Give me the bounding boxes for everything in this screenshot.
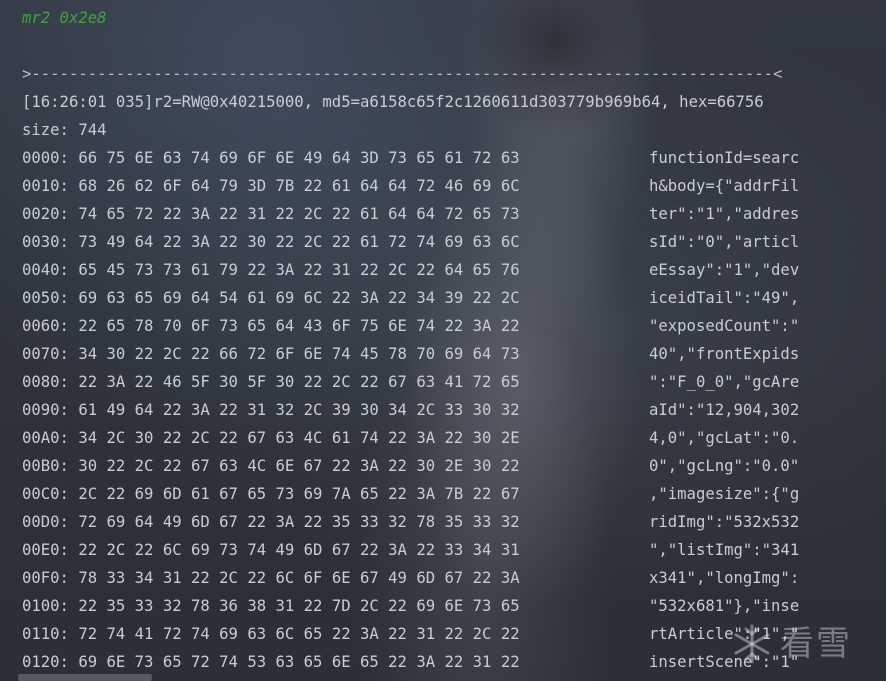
hex-row: 0090: 61 49 64 22 3A 22 31 32 2C 39 30 3… — [22, 400, 520, 420]
snowflake-icon — [734, 624, 770, 664]
hex-row-offset: 0060: — [22, 317, 69, 335]
hex-row-offset: 00A0: — [22, 429, 69, 447]
hex-row-offset: 00F0: — [22, 569, 69, 587]
hex-row-ascii: ridImg":"532x532 — [649, 513, 800, 531]
hex-row-ascii: 40","frontExpids — [649, 345, 800, 363]
hex-row-bytes: 2C 22 69 6D 61 67 65 73 69 7A 65 22 3A 7… — [78, 485, 520, 503]
hex-row-bytes: 61 49 64 22 3A 22 31 32 2C 39 30 34 2C 3… — [78, 401, 520, 419]
hex-row-bytes: 66 75 6E 63 74 69 6F 6E 49 64 3D 73 65 6… — [78, 149, 520, 167]
hex-row-ascii: 0","gcLng":"0.0" — [649, 457, 800, 475]
hex-row-bytes: 22 2C 22 6C 69 73 74 49 6D 67 22 3A 22 3… — [78, 541, 520, 559]
hex-row-offset: 0040: — [22, 261, 69, 279]
hex-row-ascii: ","listImg":"341 — [649, 541, 800, 559]
hex-row-ascii: ":"F_0_0","gcAre — [649, 373, 800, 391]
hex-row: 0080: 22 3A 22 46 5F 30 5F 30 22 2C 22 6… — [22, 372, 520, 392]
hex-row: 00E0: 22 2C 22 6C 69 73 74 49 6D 67 22 3… — [22, 540, 520, 560]
hex-row-ascii: h&body={"addrFil — [649, 177, 800, 195]
hex-row-ascii: "532x681"},"inse — [649, 597, 800, 615]
hex-row-ascii: eEssay":"1","dev — [649, 261, 800, 279]
hex-row-offset: 0020: — [22, 205, 69, 223]
hex-row-offset: 0100: — [22, 597, 69, 615]
hex-row: 00F0: 78 33 34 31 22 2C 22 6C 6F 6E 67 4… — [22, 568, 520, 588]
hex-row: 0050: 69 63 65 69 64 54 61 69 6C 22 3A 2… — [22, 288, 520, 308]
hex-row-offset: 0000: — [22, 149, 69, 167]
hex-row-ascii: functionId=searc — [649, 149, 800, 167]
hex-row-bytes: 69 6E 73 65 72 74 53 63 65 6E 65 22 3A 2… — [78, 653, 520, 671]
hex-row: 0030: 73 49 64 22 3A 22 30 22 2C 22 61 7… — [22, 232, 520, 252]
hex-row-ascii: x341","longImg": — [649, 569, 800, 587]
hex-row-bytes: 22 35 33 32 78 36 38 31 22 7D 2C 22 69 6… — [78, 597, 520, 615]
hex-row-ascii: ter":"1","addres — [649, 205, 800, 223]
hex-row-ascii: sId":"0","articl — [649, 233, 800, 251]
hex-row-bytes: 72 69 64 49 6D 67 22 3A 22 35 33 32 78 3… — [78, 513, 520, 531]
hex-row-bytes: 34 30 22 2C 22 66 72 6F 6E 74 45 78 70 6… — [78, 345, 520, 363]
hex-row-ascii: ,"imagesize":{"g — [649, 485, 800, 503]
terminal-window: mr2 0x2e8 >-----------------------------… — [0, 0, 886, 681]
hex-row-bytes: 22 65 78 70 6F 73 65 64 43 6F 75 6E 74 2… — [78, 317, 520, 335]
hex-row-offset: 00E0: — [22, 541, 69, 559]
hex-row-offset: 0030: — [22, 233, 69, 251]
hex-row-ascii: 4,0","gcLat":"0. — [649, 429, 800, 447]
separator-line: >---------------------------------------… — [22, 65, 783, 83]
hex-row-bytes: 30 22 2C 22 67 63 4C 6E 67 22 3A 22 30 2… — [78, 457, 520, 475]
hex-row: 0040: 65 45 73 73 61 79 22 3A 22 31 22 2… — [22, 260, 520, 280]
hex-row: 0070: 34 30 22 2C 22 66 72 6F 6E 74 45 7… — [22, 344, 520, 364]
hex-row-offset: 0070: — [22, 345, 69, 363]
hex-row-offset: 00D0: — [22, 513, 69, 531]
hex-row: 00B0: 30 22 2C 22 67 63 4C 6E 67 22 3A 2… — [22, 456, 520, 476]
hex-row-bytes: 69 63 65 69 64 54 61 69 6C 22 3A 22 34 3… — [78, 289, 520, 307]
hex-row: 0010: 68 26 62 6F 64 79 3D 7B 22 61 64 6… — [22, 176, 520, 196]
hex-row-bytes: 73 49 64 22 3A 22 30 22 2C 22 61 72 74 6… — [78, 233, 520, 251]
hex-row-bytes: 65 45 73 73 61 79 22 3A 22 31 22 2C 22 6… — [78, 261, 520, 279]
hex-row-bytes: 72 74 41 72 74 69 63 6C 65 22 3A 22 31 2… — [78, 625, 520, 643]
hex-row: 0120: 69 6E 73 65 72 74 53 63 65 6E 65 2… — [22, 652, 520, 672]
hex-row-offset: 0090: — [22, 401, 69, 419]
hex-row-offset: 0080: — [22, 373, 69, 391]
hex-row-bytes: 78 33 34 31 22 2C 22 6C 6F 6E 67 49 6D 6… — [78, 569, 520, 587]
hex-row: 00A0: 34 2C 30 22 2C 22 67 63 4C 61 74 2… — [22, 428, 520, 448]
size-line: size: 744 — [22, 121, 107, 139]
hex-row-offset: 0010: — [22, 177, 69, 195]
hex-row: 00D0: 72 69 64 49 6D 67 22 3A 22 35 33 3… — [22, 512, 520, 532]
hex-row-ascii: "exposedCount":" — [649, 317, 800, 335]
hex-row-offset: 0120: — [22, 653, 69, 671]
hex-row-bytes: 22 3A 22 46 5F 30 5F 30 22 2C 22 67 63 4… — [78, 373, 520, 391]
watermark-text: 看雪 — [780, 624, 852, 664]
hex-row-offset: 00B0: — [22, 457, 69, 475]
watermark: 看雪 — [732, 615, 862, 673]
hex-row: 0020: 74 65 72 22 3A 22 31 22 2C 22 61 6… — [22, 204, 520, 224]
hex-row-bytes: 74 65 72 22 3A 22 31 22 2C 22 61 64 64 7… — [78, 205, 520, 223]
hex-row: 00C0: 2C 22 69 6D 61 67 65 73 69 7A 65 2… — [22, 484, 520, 504]
hex-row: 0000: 66 75 6E 63 74 69 6F 6E 49 64 3D 7… — [22, 148, 520, 168]
hex-row-ascii: aId":"12,904,302 — [649, 401, 800, 419]
hex-row: 0060: 22 65 78 70 6F 73 65 64 43 6F 75 6… — [22, 316, 520, 336]
hex-row-offset: 0050: — [22, 289, 69, 307]
hex-row: 0110: 72 74 41 72 74 69 63 6C 65 22 3A 2… — [22, 624, 520, 644]
hex-row-bytes: 34 2C 30 22 2C 22 67 63 4C 61 74 22 3A 2… — [78, 429, 520, 447]
command-line: mr2 0x2e8 — [22, 9, 107, 27]
hex-row: 0100: 22 35 33 32 78 36 38 31 22 7D 2C 2… — [22, 596, 520, 616]
hex-row-offset: 00C0: — [22, 485, 69, 503]
hex-row-bytes: 68 26 62 6F 64 79 3D 7B 22 61 64 64 72 4… — [78, 177, 520, 195]
hex-row-offset: 0110: — [22, 625, 69, 643]
horizontal-scrollbar[interactable] — [18, 674, 152, 681]
hex-row-ascii: iceidTail":"49", — [649, 289, 800, 307]
info-line: [16:26:01 035]r2=RW@0x40215000, md5=a615… — [22, 93, 764, 111]
